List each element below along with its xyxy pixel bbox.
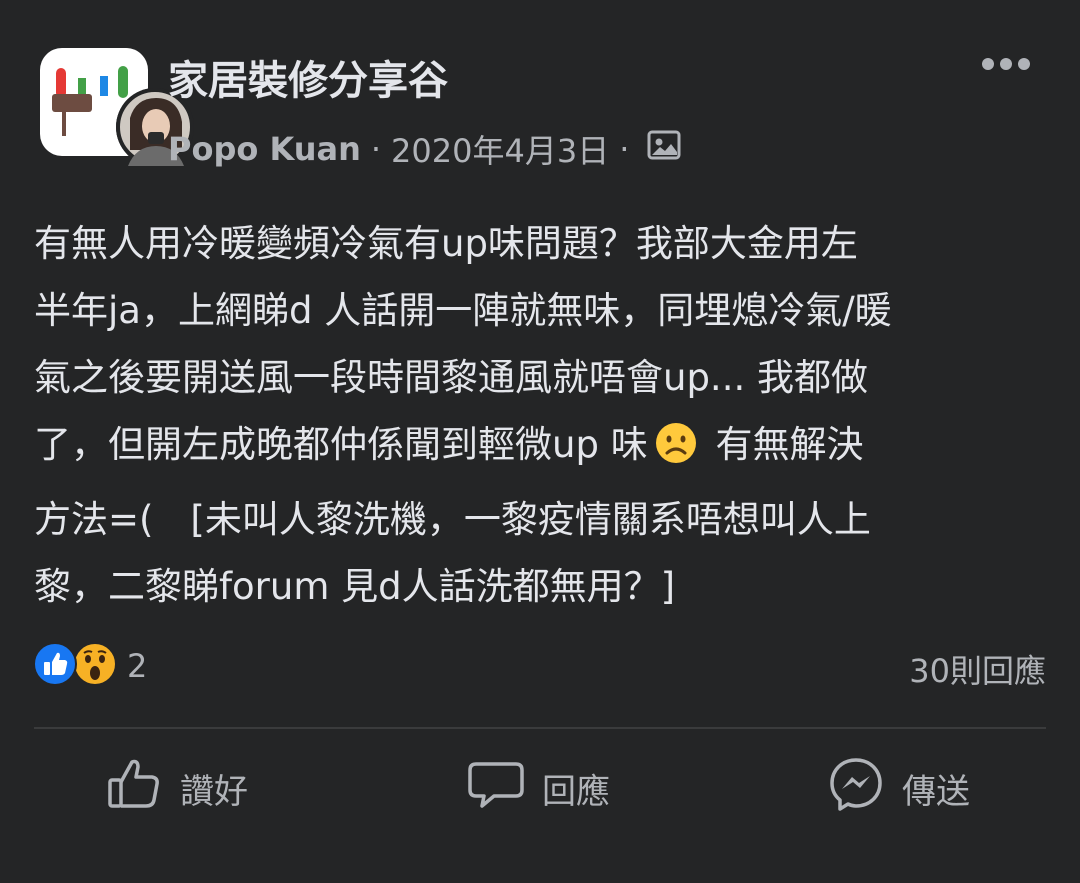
post-meta: Popo Kuan · 2020年4月3日 ·	[168, 126, 681, 172]
post-body-line: 方法=( [未叫人黎洗機，一黎疫情關系唔想叫人上	[34, 498, 871, 541]
frowning-face-emoji	[654, 419, 698, 486]
post-body: 有無人用冷暖變頻冷氣有up味問題？我部大金用左 半年ja，上網睇d 人話開一陣就…	[34, 210, 1054, 620]
meta-separator: ·	[619, 130, 630, 168]
share-button[interactable]: 傳送	[828, 756, 970, 820]
photo-icon	[647, 130, 681, 168]
more-options-icon[interactable]	[978, 50, 1034, 78]
post-body-line: 有無人用冷暖變頻冷氣有up味問題？我部大金用左	[34, 222, 858, 265]
wow-reaction-icon	[73, 642, 117, 690]
post-body-line: 黎，二黎睇forum 見d人話洗都無用？]	[34, 565, 676, 608]
like-label: 讚好	[180, 771, 248, 812]
group-name[interactable]: 家居裝修分享谷	[168, 48, 448, 106]
speech-bubble-icon	[468, 756, 524, 821]
reaction-count: 2	[127, 647, 148, 685]
post-body-line-with-emoji: 了，但開左成晚都仲係聞到輕微up 味 有無解決	[34, 411, 1054, 486]
author-name[interactable]: Popo Kuan	[168, 130, 361, 168]
thumbs-up-icon	[106, 756, 162, 821]
post-avatars[interactable]	[40, 48, 194, 166]
reactions-summary[interactable]: 2	[33, 642, 148, 690]
comment-label: 回應	[542, 771, 610, 812]
post-body-line: 了，但開左成晚都仲係聞到輕微up 味	[34, 423, 648, 466]
like-button[interactable]: 讚好	[106, 756, 248, 820]
post-body-line: 有無解決	[703, 423, 864, 466]
post-body-line: 半年ja，上網睇d 人話開一陣就無味，同埋熄冷氣/暖	[34, 289, 892, 332]
post-date[interactable]: 2020年4月3日	[391, 126, 609, 172]
messenger-icon	[828, 756, 884, 821]
comment-button[interactable]: 回應	[468, 756, 610, 820]
post-body-line: 氣之後要開送風一段時間黎通風就唔會up... 我都做	[34, 356, 868, 399]
divider	[34, 727, 1046, 729]
meta-separator: ·	[370, 130, 382, 168]
share-label: 傳送	[902, 771, 970, 812]
comment-count-link[interactable]: 30則回應	[909, 646, 1046, 692]
like-reaction-icon	[33, 642, 77, 690]
